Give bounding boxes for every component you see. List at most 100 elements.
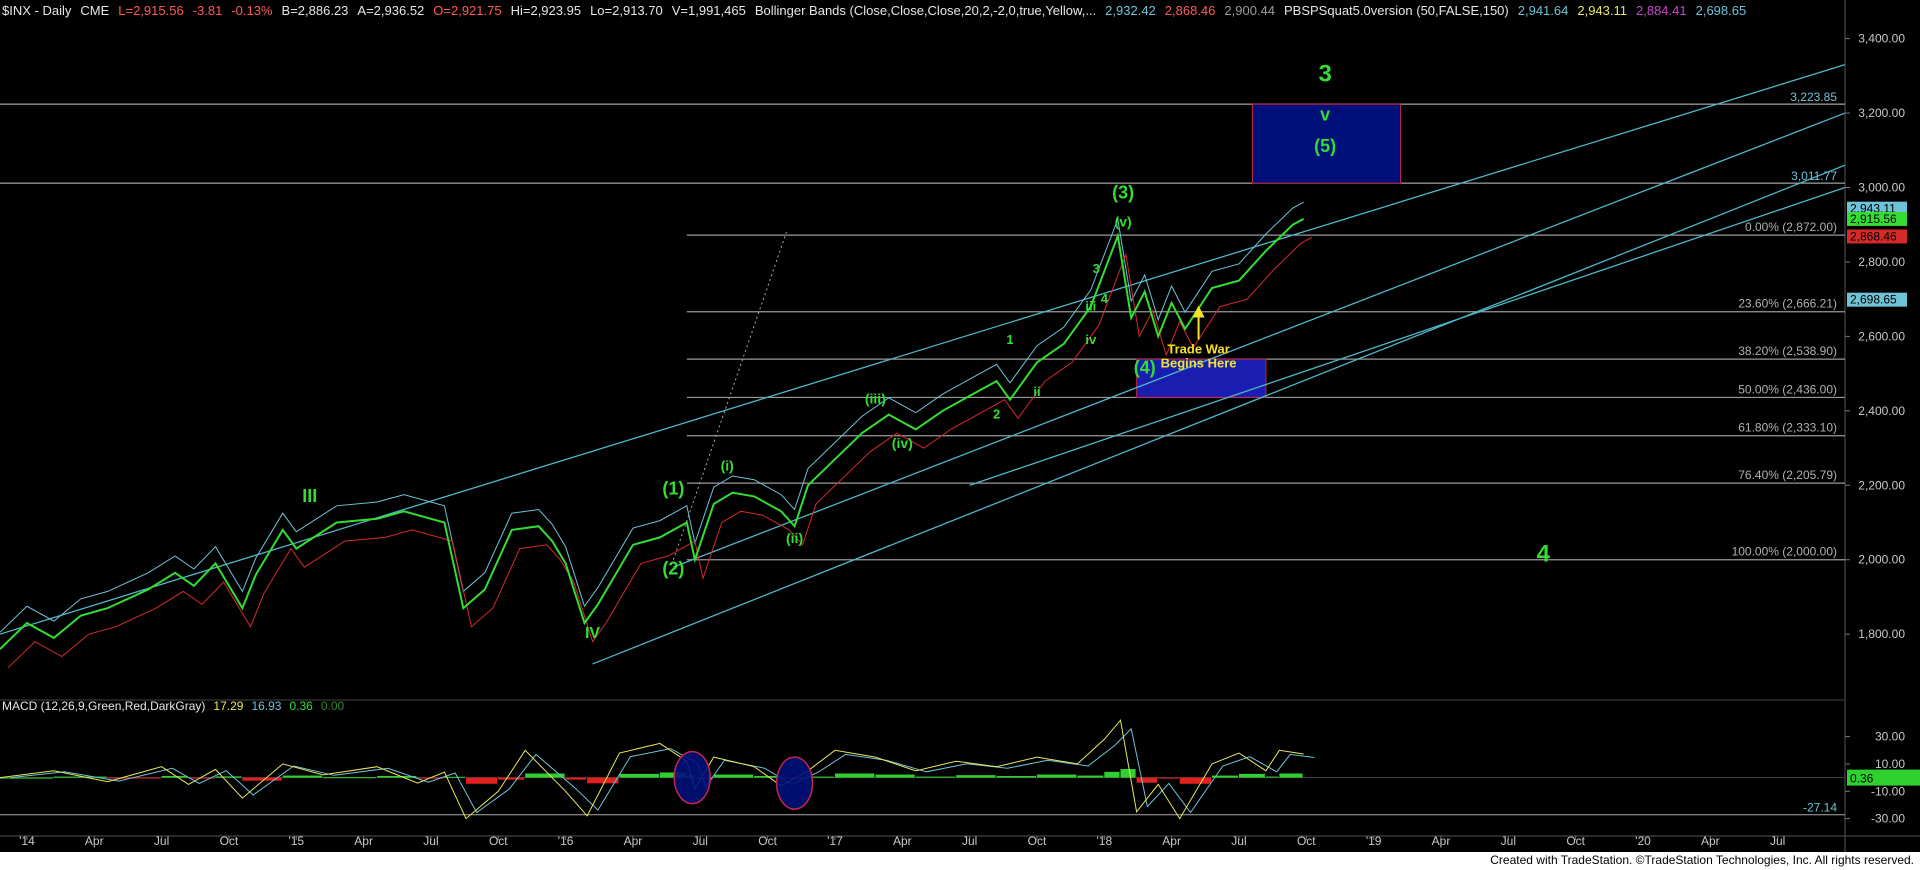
- macd-value-1: 17.29: [213, 699, 244, 713]
- x-tick-label: '20: [1635, 834, 1651, 848]
- macd-value-4: 0.00: [320, 699, 345, 713]
- macd-histogram-bar: [565, 777, 587, 780]
- y-tick-label: 2,200.00: [1858, 478, 1905, 492]
- exchange-label: CME: [80, 3, 110, 18]
- wave-label: 3: [1093, 261, 1100, 276]
- y-tick-label: 3,000.00: [1858, 181, 1905, 195]
- x-tick-label: Jul: [423, 834, 438, 848]
- macd-histogram-bar: [1238, 773, 1265, 778]
- price-header: $INX - Daily CME L=2,915.56 -3.81 -0.13% B=2,…: [2, 3, 1755, 18]
- macd-value-2: 16.93: [251, 699, 282, 713]
- macd-y-tick-label: -10.00: [1871, 784, 1905, 798]
- wave-label: 2: [993, 406, 1000, 421]
- wave-label: III: [302, 486, 317, 506]
- wave-label: (iii): [865, 390, 886, 406]
- y-tick-label: 3,200.00: [1858, 106, 1905, 120]
- bb-lower-value: 2,868.46: [1164, 3, 1216, 18]
- x-tick-label: '14: [19, 834, 35, 848]
- macd-histogram-bar: [498, 777, 525, 780]
- fib-label: 76.40% (2,205.79): [1738, 468, 1837, 482]
- x-tick-label: Jul: [693, 834, 708, 848]
- macd-histogram-bar: [587, 777, 619, 784]
- x-tick-label: Apr: [1432, 834, 1451, 848]
- x-tick-label: Apr: [624, 834, 643, 848]
- fib-label: 23.60% (2,666.21): [1738, 297, 1837, 311]
- price-badge-label: 2,868.46: [1850, 229, 1897, 243]
- macd-y-tick-label: -30.00: [1871, 812, 1905, 826]
- chart-canvas: 3,400.00 3,200.00 3,000.00 2,800.00 2,600.00…: [0, 0, 1920, 852]
- x-tick-label: Apr: [893, 834, 912, 848]
- price-badge-label: 2,698.65: [1850, 293, 1897, 307]
- y-tick-label: 1,800.00: [1858, 627, 1905, 641]
- x-tick-label: '16: [558, 834, 574, 848]
- macd-histogram-bar: [1136, 777, 1158, 783]
- macd-histogram-bar: [956, 775, 996, 778]
- macd-histogram-bar: [1104, 771, 1120, 778]
- pbs-value-4: 2,698.65: [1695, 3, 1747, 18]
- wave-label: (v): [1115, 214, 1132, 230]
- macd-value-3: 0.36: [289, 699, 313, 713]
- x-tick-label: Jul: [1501, 834, 1516, 848]
- macd-histogram-bar: [0, 777, 53, 779]
- wave-label: 4: [1101, 291, 1109, 306]
- wave-label: (4): [1134, 358, 1156, 378]
- macd-histogram-bar: [323, 777, 377, 779]
- symbol-label: $INX - Daily: [2, 3, 72, 18]
- macd-y-tick-label: 10.00: [1875, 757, 1905, 771]
- pbs-label: PBSPSquat5.0version (50,FALSE,150): [1284, 3, 1509, 18]
- macd-histogram-bar: [996, 775, 1036, 778]
- wave-label: IV: [585, 625, 600, 642]
- macd-highlight-circle: [673, 750, 711, 805]
- change-percent: -0.13%: [231, 3, 273, 18]
- wave-label: 4: [1537, 541, 1551, 568]
- macd-histogram-bar: [619, 773, 659, 778]
- macd-histogram-bar: [1036, 774, 1077, 778]
- wave-label: iv: [1085, 332, 1097, 347]
- macd-last-badge-label: 0.36: [1850, 772, 1874, 786]
- bid-value: B=2,886.23: [281, 3, 349, 18]
- x-tick-label: '17: [827, 834, 843, 848]
- last-price: L=2,915.56: [118, 3, 184, 18]
- macd-histogram-bar: [1279, 773, 1303, 778]
- fib-label: 100.00% (2,000.00): [1732, 545, 1837, 559]
- fib-label: 50.00% (2,436.00): [1738, 382, 1837, 396]
- target-line-label: 3,223.85: [1790, 90, 1837, 104]
- x-tick-label: Oct: [1028, 834, 1047, 848]
- x-tick-label: '15: [288, 834, 304, 848]
- x-tick-label: Jul: [154, 834, 169, 848]
- wave-label: ii: [1033, 384, 1040, 399]
- macd-label: MACD (12,26,9,Green,Red,DarkGray): [2, 699, 206, 713]
- wave-label: (i): [721, 457, 734, 473]
- wave-label: 1: [1006, 332, 1013, 347]
- x-tick-label: Apr: [1701, 834, 1720, 848]
- macd-histogram-bar: [1265, 776, 1279, 778]
- wave-label: iii: [1085, 298, 1096, 313]
- y-tick-label: 2,800.00: [1858, 255, 1905, 269]
- x-tick-label: Oct: [220, 834, 239, 848]
- macd-histogram-bar: [1179, 777, 1212, 784]
- macd-histogram-bar: [875, 774, 915, 778]
- wave-label: (5): [1314, 136, 1336, 156]
- x-tick-label: Oct: [758, 834, 777, 848]
- macd-histogram-bar: [1120, 768, 1136, 778]
- wave-label: (ii): [786, 530, 803, 546]
- ask-value: A=2,936.52: [357, 3, 425, 18]
- macd-ref-label: -27.14: [1803, 801, 1837, 815]
- high-value: Hi=2,923.95: [510, 3, 582, 18]
- pbs-value-1: 2,941.64: [1517, 3, 1569, 18]
- x-tick-label: Oct: [489, 834, 508, 848]
- x-tick-label: '18: [1096, 834, 1112, 848]
- annotation-line1: Trade War: [1167, 342, 1229, 357]
- fib-label: 61.80% (2,333.10): [1738, 421, 1837, 435]
- macd-y-tick-label: 30.00: [1875, 730, 1905, 744]
- change-value: -3.81: [192, 3, 223, 18]
- y-tick-label: 2,600.00: [1858, 329, 1905, 343]
- x-tick-label: Oct: [1297, 834, 1316, 848]
- wave-label: 3: [1318, 60, 1331, 87]
- bb-upper-value: 2,932.42: [1105, 3, 1156, 18]
- x-tick-label: Apr: [85, 834, 104, 848]
- macd-histogram-bar: [915, 776, 956, 778]
- wave-label: (2): [662, 559, 684, 579]
- open-value: O=2,921.75: [433, 3, 502, 18]
- macd-highlight-circle: [775, 756, 814, 810]
